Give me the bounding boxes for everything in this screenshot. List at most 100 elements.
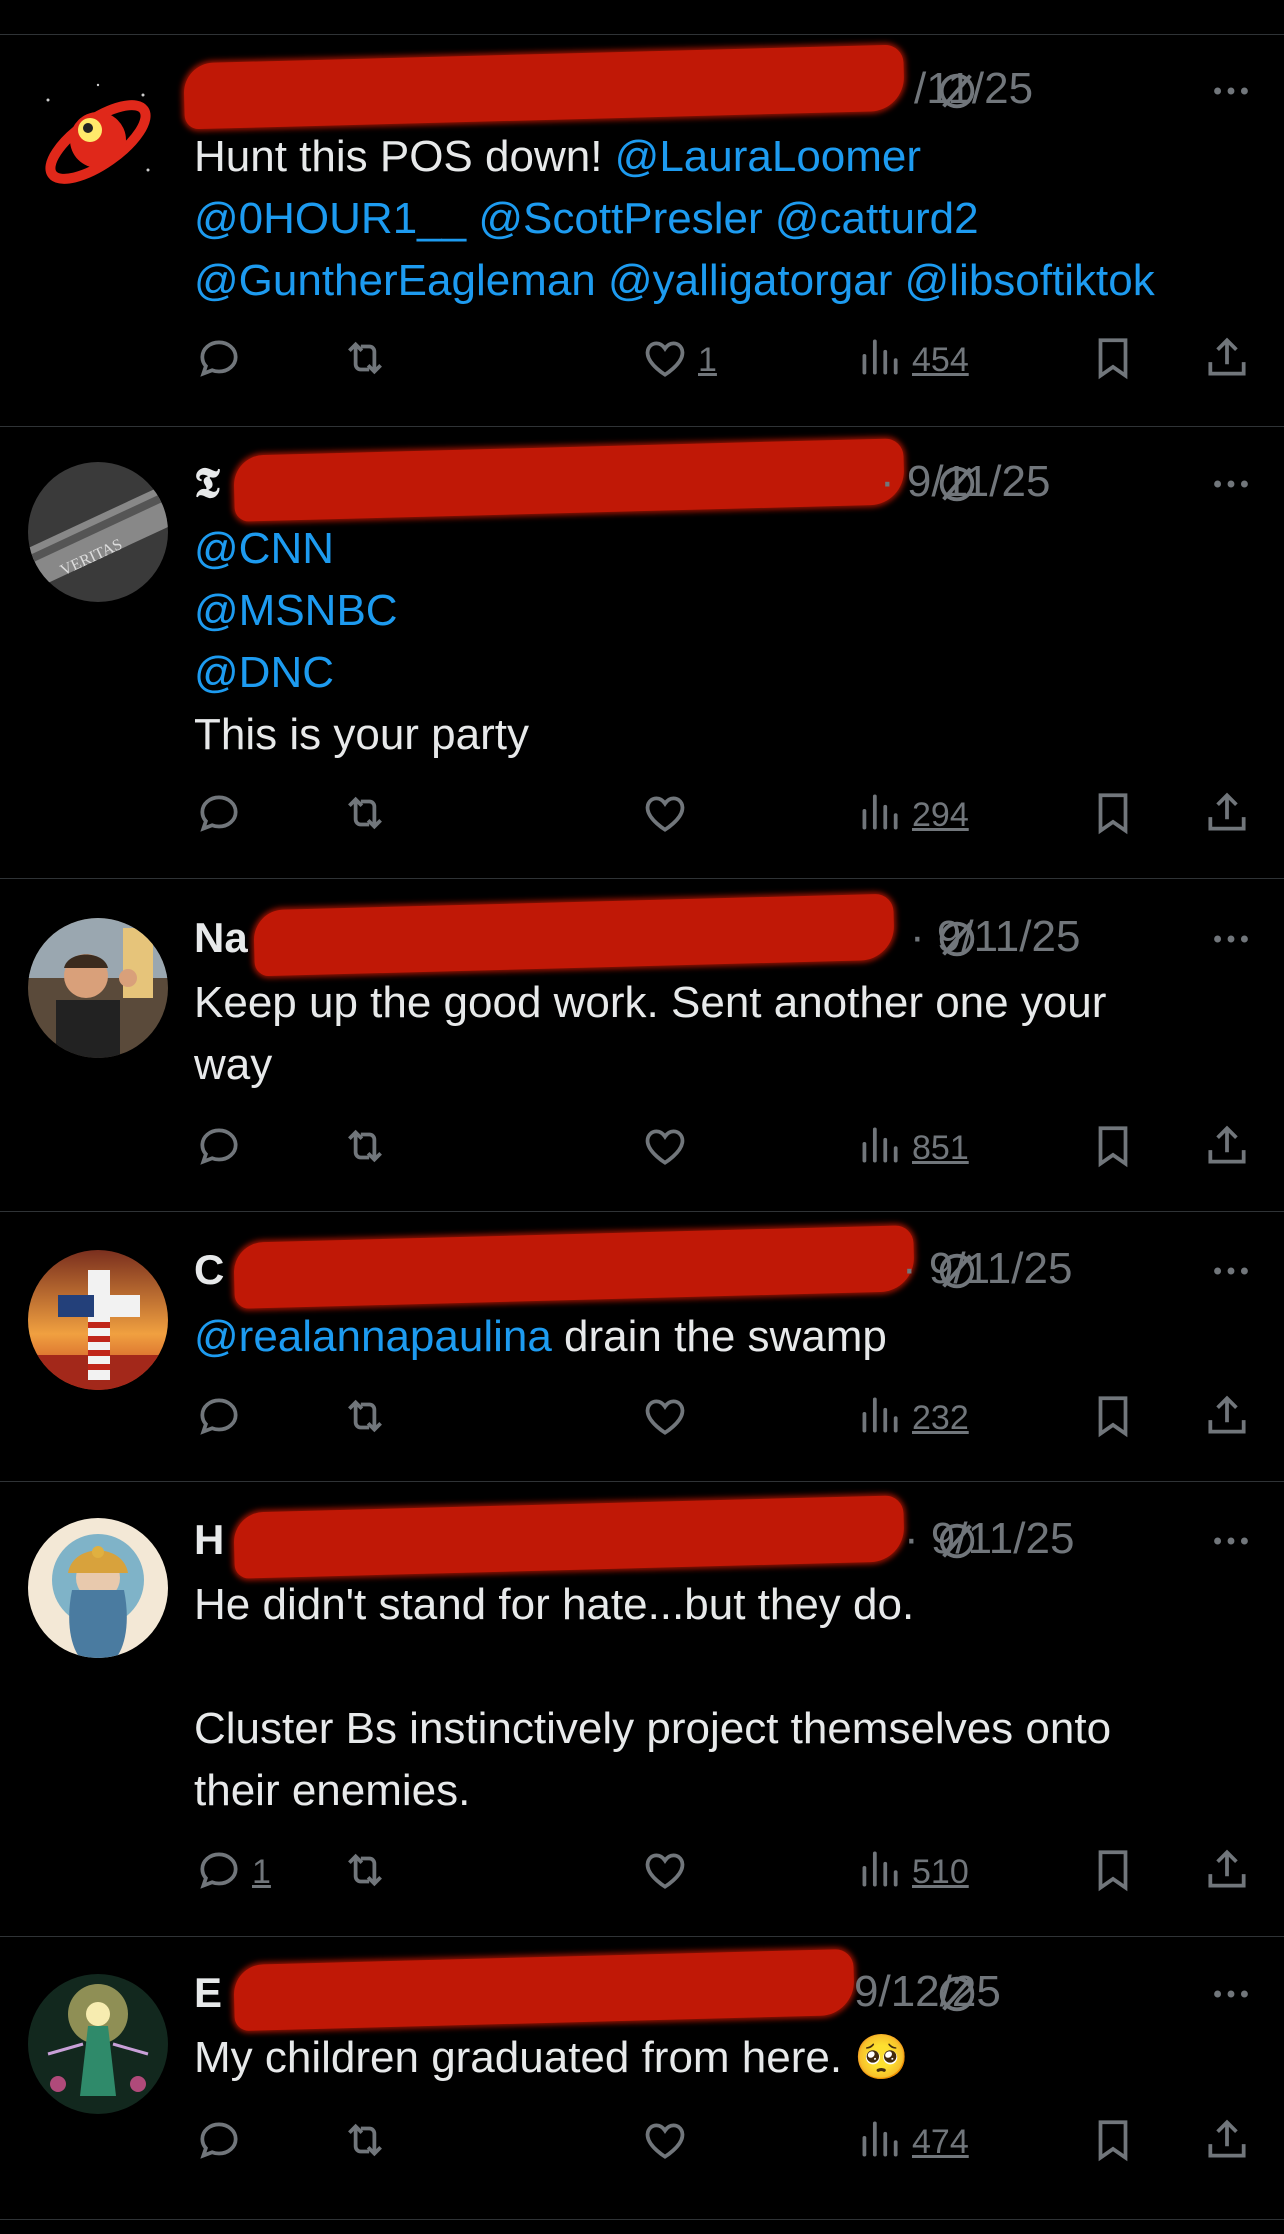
share-button[interactable] <box>1202 1118 1252 1178</box>
share-icon <box>1202 1845 1252 1900</box>
reply-button[interactable] <box>194 2112 244 2172</box>
avatar[interactable] <box>28 70 168 210</box>
more-options-icon[interactable] <box>1208 1971 1254 2017</box>
mention-link[interactable]: @0HOUR1__ <box>194 194 466 243</box>
mention-link[interactable]: @GuntherEagleman <box>194 256 596 305</box>
mention-link[interactable]: @catturd2 <box>775 194 979 243</box>
repost-button[interactable] <box>340 1118 390 1178</box>
repost-button[interactable] <box>340 2112 390 2172</box>
avatar[interactable] <box>28 1250 168 1390</box>
tweet-date[interactable]: · 9/11/25 <box>902 1244 1072 1294</box>
reply-tweet[interactable]: /11/25 Hunt this POS down! @LauraLoomer @0… <box>0 35 1284 427</box>
grok-icon[interactable] <box>934 461 980 507</box>
views-icon <box>854 788 904 843</box>
mention-link[interactable]: @CNN <box>194 524 334 573</box>
share-button[interactable] <box>1202 330 1252 390</box>
text-line: @MSNBC <box>194 580 1254 642</box>
more-options-icon[interactable] <box>1208 916 1254 962</box>
author-name[interactable]: H <box>194 1516 224 1564</box>
share-button[interactable] <box>1202 1842 1252 1902</box>
bookmark-button[interactable] <box>1088 785 1138 845</box>
text-line: @0HOUR1__ @ScottPresler @catturd2 <box>194 188 1254 250</box>
share-icon <box>1202 2115 1252 2170</box>
more-options-icon[interactable] <box>1208 68 1254 114</box>
reply-tweet[interactable]: E 9/12/25 My children graduated from here.… <box>0 1937 1284 2220</box>
bookmark-button[interactable] <box>1088 1118 1138 1178</box>
like-icon <box>640 788 690 843</box>
text-segment: Hunt this POS down! <box>194 132 615 181</box>
avatar[interactable] <box>28 1518 168 1658</box>
repost-button[interactable] <box>340 785 390 845</box>
share-button[interactable] <box>1202 1388 1252 1448</box>
text-line: @GuntherEagleman @yalligatorgar @libsoft… <box>194 250 1254 312</box>
reply-tweet[interactable]: Na · 9/11/25 Keep up the good work. Sent a… <box>0 879 1284 1212</box>
grok-icon[interactable] <box>934 916 980 962</box>
mention-link[interactable]: @ScottPresler <box>478 194 762 243</box>
more-options-icon[interactable] <box>1208 1248 1254 1294</box>
grok-icon[interactable] <box>934 68 980 114</box>
redaction-scribble <box>233 438 905 522</box>
bookmark-button[interactable] <box>1088 1388 1138 1448</box>
reply-button[interactable]: 1 <box>194 1842 271 1902</box>
grok-icon[interactable] <box>934 1971 980 2017</box>
reply-tweet[interactable]: C · 9/11/25 @realannapaulina drain the swa… <box>0 1212 1284 1482</box>
views-button[interactable]: 232 <box>854 1388 969 1448</box>
mention-link[interactable]: @MSNBC <box>194 586 398 635</box>
text-line: He didn't stand for hate...but they do. <box>194 1574 1254 1636</box>
reply-tweet[interactable]: VERITAS 𝕿 · 9/11/25 @CNN @MSNBC @DNC This is y… <box>0 427 1284 879</box>
mention-link[interactable]: @LauraLoomer <box>615 132 921 181</box>
reply-button[interactable] <box>194 1388 244 1448</box>
author-name[interactable]: Na <box>194 914 248 962</box>
repost-icon <box>340 2115 390 2170</box>
repost-button[interactable] <box>340 330 390 390</box>
tweet-date[interactable]: · 9/11/25 <box>904 1514 1074 1564</box>
like-button[interactable] <box>640 1118 690 1178</box>
more-options-icon[interactable] <box>1208 1518 1254 1564</box>
reply-button[interactable] <box>194 785 244 845</box>
redaction-scribble <box>233 1948 855 2032</box>
author-name[interactable]: 𝕿 <box>194 459 220 508</box>
view-count: 294 <box>912 795 969 834</box>
avatar[interactable] <box>28 918 168 1058</box>
text-line: @CNN <box>194 518 1254 580</box>
mention-link[interactable]: @realannapaulina <box>194 1312 552 1361</box>
avatar[interactable] <box>28 1974 168 2114</box>
like-button[interactable] <box>640 1842 690 1902</box>
bookmark-button[interactable] <box>1088 1842 1138 1902</box>
text-line <box>194 1636 1254 1698</box>
views-button[interactable]: 294 <box>854 785 969 845</box>
reply-icon <box>194 1391 244 1446</box>
bookmark-button[interactable] <box>1088 2112 1138 2172</box>
like-button[interactable] <box>640 785 690 845</box>
reply-button[interactable] <box>194 1118 244 1178</box>
like-button[interactable]: 1 <box>640 330 717 390</box>
like-button[interactable] <box>640 1388 690 1448</box>
mention-link[interactable]: @libsoftiktok <box>905 256 1155 305</box>
mention-link[interactable]: @yalligatorgar <box>608 256 892 305</box>
share-button[interactable] <box>1202 785 1252 845</box>
views-button[interactable]: 510 <box>854 1842 969 1902</box>
views-button[interactable]: 851 <box>854 1118 969 1178</box>
author-name[interactable]: E <box>194 1969 222 2017</box>
views-icon <box>854 333 904 388</box>
reply-button[interactable] <box>194 330 244 390</box>
repost-button[interactable] <box>340 1842 390 1902</box>
bookmark-icon <box>1088 1845 1138 1900</box>
bookmark-button[interactable] <box>1088 330 1138 390</box>
share-button[interactable] <box>1202 2112 1252 2172</box>
like-button[interactable] <box>640 2112 690 2172</box>
text-segment: Cluster Bs instinctively project themsel… <box>194 1704 1112 1753</box>
like-icon <box>640 2115 690 2170</box>
mention-link[interactable]: @DNC <box>194 648 334 697</box>
reply-tweet[interactable]: H · 9/11/25 He didn't stand for hate...but… <box>0 1482 1284 1937</box>
more-options-icon[interactable] <box>1208 461 1254 507</box>
repost-button[interactable] <box>340 1388 390 1448</box>
grok-icon[interactable] <box>934 1248 980 1294</box>
author-name[interactable]: C <box>194 1246 224 1294</box>
grok-icon[interactable] <box>934 1518 980 1564</box>
text-segment: way <box>194 1040 273 1089</box>
bookmark-icon <box>1088 1121 1138 1176</box>
views-button[interactable]: 454 <box>854 330 969 390</box>
avatar[interactable]: VERITAS <box>28 462 168 602</box>
views-button[interactable]: 474 <box>854 2112 969 2172</box>
